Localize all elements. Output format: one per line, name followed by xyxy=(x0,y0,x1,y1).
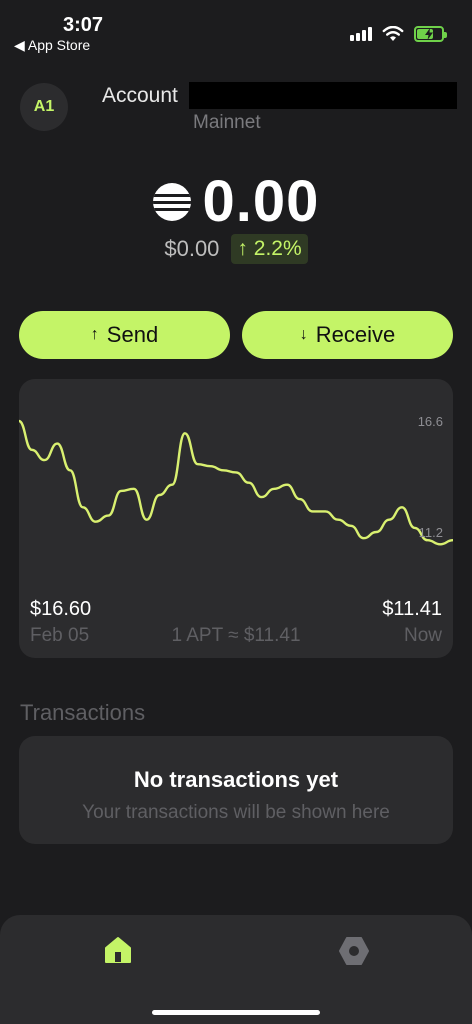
account-name-redacted xyxy=(189,82,457,109)
arrow-down-icon: ↓ xyxy=(299,326,308,343)
cellular-signal-icon xyxy=(350,27,372,41)
tab-bar xyxy=(0,915,472,1024)
wifi-icon xyxy=(382,26,404,41)
home-icon[interactable] xyxy=(103,935,133,965)
status-time: 3:07 xyxy=(63,14,104,36)
send-button[interactable]: ↑ Send xyxy=(19,311,230,359)
account-avatar[interactable]: A1 xyxy=(20,83,68,131)
settings-icon[interactable] xyxy=(338,935,370,967)
transactions-heading: Transactions xyxy=(20,700,146,725)
aptos-logo-icon xyxy=(152,182,191,221)
chart-start-price: $16.60 xyxy=(30,598,92,620)
change-percent: 2.2% xyxy=(253,237,302,260)
transactions-empty-title: No transactions yet xyxy=(133,767,339,792)
y-tick-max: 16.6 xyxy=(417,414,443,429)
home-indicator xyxy=(152,1010,320,1015)
battery-charging-icon xyxy=(414,26,447,42)
chart-end-price: $11.41 xyxy=(382,598,442,620)
transactions-empty-card: No transactions yet Your transactions wi… xyxy=(19,736,453,844)
receive-button[interactable]: ↓ Receive xyxy=(242,311,453,359)
send-button-label: Send xyxy=(106,322,159,347)
price-change-badge: ↑ 2.2% xyxy=(231,234,308,264)
exchange-rate: 1 APT ≈ $11.41 xyxy=(171,625,301,646)
back-to-app-store-link[interactable]: ◀ App Store xyxy=(14,37,90,54)
fiat-balance: $0.00 xyxy=(164,236,220,261)
y-tick-min: 11.2 xyxy=(418,525,443,540)
receive-button-label: Receive xyxy=(315,322,396,347)
balance-amount: 0.00 xyxy=(202,169,320,234)
account-label[interactable]: Account xyxy=(102,84,178,108)
status-icons xyxy=(350,26,447,42)
change-arrow-icon: ↑ xyxy=(237,237,248,260)
arrow-up-icon: ↑ xyxy=(90,326,99,343)
price-line xyxy=(19,419,453,546)
fiat-row: $0.00 ↑ 2.2% xyxy=(0,234,472,264)
transactions-empty-subtitle: Your transactions will be shown here xyxy=(82,802,390,823)
balance-row: 0.00 xyxy=(0,168,472,235)
price-chart[interactable] xyxy=(19,379,453,579)
chart-end-date: Now xyxy=(403,625,442,646)
price-chart-card[interactable]: 16.6 11.2 $16.60 $11.41 Feb 05 1 APT ≈ $… xyxy=(19,379,453,658)
status-bar: 3:07 ◀ App Store xyxy=(0,0,472,60)
network-label[interactable]: Mainnet xyxy=(193,112,261,134)
